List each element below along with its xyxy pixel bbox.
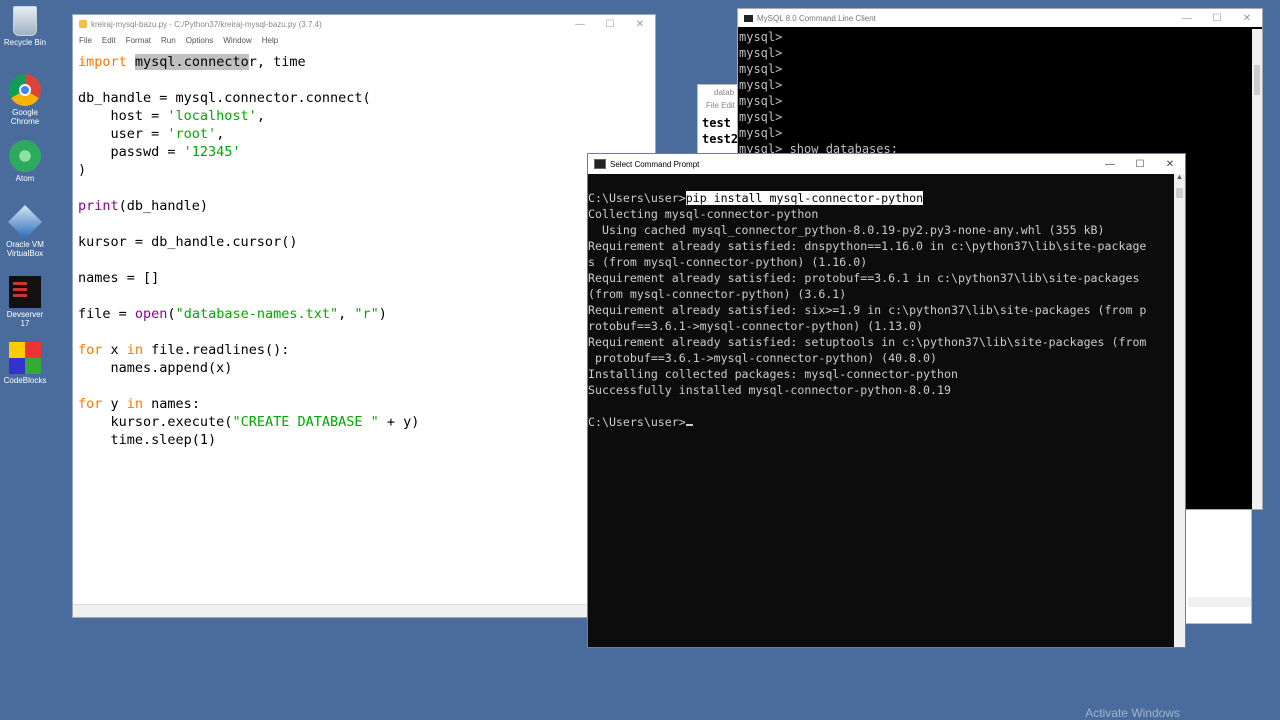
console-line: rotobuf==3.6.1->mysql-connector-python) …	[588, 319, 924, 333]
menu-window[interactable]: Window	[223, 36, 251, 45]
console-line: mysql>	[739, 78, 783, 92]
recycle-bin-icon	[13, 6, 37, 36]
desktop-icon-label: Atom	[15, 174, 35, 183]
minimize-button[interactable]: —	[1095, 154, 1125, 174]
menubar: File Edit Format Run Options Window Help	[73, 33, 655, 47]
close-button[interactable]: ✕	[1155, 154, 1185, 174]
idle-editor-window[interactable]: kreiraj-mysql-bazu.py - C:/Python37/krei…	[72, 14, 656, 618]
console-line: Requirement already satisfied: six>=1.9 …	[588, 303, 1147, 317]
code-line: kursor.execute("CREATE DATABASE " + y)	[78, 414, 420, 430]
status-bar	[73, 604, 655, 617]
title-bar[interactable]: MySQL 8.0 Command Line Client — ☐ ✕	[738, 9, 1262, 27]
console-line: Installing collected packages: mysql-con…	[588, 367, 958, 381]
vertical-scrollbar[interactable]	[1252, 29, 1262, 509]
desktop-icon-recycle-bin[interactable]: Recycle Bin	[2, 6, 48, 47]
console-line: mysql>	[739, 94, 783, 108]
console-icon	[744, 14, 753, 22]
atom-icon	[9, 140, 41, 172]
console-line: mysql>	[739, 62, 783, 76]
code-line: import mysql.connector, time	[78, 54, 306, 70]
menu-options[interactable]: Options	[186, 36, 214, 45]
console-output[interactable]: C:\Users\user> pip install mysql-connecto…	[588, 190, 1173, 647]
menu-help[interactable]: Help	[262, 36, 278, 45]
chrome-icon	[9, 74, 41, 106]
command-prompt-window[interactable]: Select Command Prompt — ☐ ✕ C:\Users\use…	[587, 153, 1186, 648]
window-title: Select Command Prompt	[610, 159, 700, 169]
desktop-icon-label: Recycle Bin	[3, 38, 47, 47]
code-line: db_handle = mysql.connector.connect(	[78, 90, 371, 106]
code-line: passwd = '12345'	[78, 144, 241, 160]
desktop-icon-label: Devserver 17	[6, 310, 44, 328]
menu-format[interactable]: Format	[126, 36, 151, 45]
console-line: mysql>	[739, 110, 783, 124]
minimize-button[interactable]: —	[565, 15, 595, 33]
console-line: mysql>	[739, 126, 783, 140]
window-title: kreiraj-mysql-bazu.py - C:/Python37/krei…	[91, 19, 322, 29]
console-line: protobuf==3.6.1->mysql-connector-python)…	[588, 351, 938, 365]
console-icon	[594, 159, 606, 169]
menu-edit[interactable]: Edit	[102, 36, 116, 45]
console-line: Requirement already satisfied: protobuf=…	[588, 271, 1140, 285]
code-line: print(db_handle)	[78, 198, 209, 214]
desktop-icon-devserver[interactable]: Devserver 17	[2, 276, 48, 328]
code-editor[interactable]: import mysql.connector, time db_handle =…	[78, 53, 419, 449]
vertical-scrollbar[interactable]: ▲	[1174, 174, 1185, 647]
code-line: host = 'localhost',	[78, 108, 265, 124]
console-line: mysql>	[739, 46, 783, 60]
menu-run[interactable]: Run	[161, 36, 176, 45]
scroll-up-arrow-icon[interactable]: ▲	[1174, 174, 1185, 186]
title-bar[interactable]: Select Command Prompt — ☐ ✕	[588, 154, 1185, 174]
console-line: Requirement already satisfied: setuptool…	[588, 335, 1147, 349]
desktop-icon-label: CodeBlocks	[3, 376, 47, 385]
code-line: time.sleep(1)	[78, 432, 217, 448]
code-line: names.append(x)	[78, 360, 233, 376]
maximize-button[interactable]: ☐	[1202, 9, 1232, 27]
code-line: for y in names:	[78, 396, 200, 412]
code-line: for x in file.readlines():	[78, 342, 290, 358]
scrollbar-thumb[interactable]	[1254, 65, 1260, 95]
close-button[interactable]: ✕	[625, 15, 655, 33]
title-bar[interactable]: kreiraj-mysql-bazu.py - C:/Python37/krei…	[73, 15, 655, 33]
scrollbar-thumb[interactable]	[1176, 188, 1183, 198]
code-line: user = 'root',	[78, 126, 225, 142]
console-line: Collecting mysql-connector-python	[588, 207, 819, 221]
desktop-icon-label: Oracle VM VirtualBox	[6, 240, 44, 258]
console-line: C:\Users\user>pip install mysql-connecto…	[588, 191, 924, 205]
code-line: kursor = db_handle.cursor()	[78, 234, 298, 250]
maximize-button[interactable]: ☐	[1125, 154, 1155, 174]
desktop-icon-atom[interactable]: Atom	[2, 140, 48, 183]
activate-windows-watermark: Activate Windows	[1085, 706, 1180, 720]
desktop-icon-codeblocks[interactable]: CodeBlocks	[2, 342, 48, 385]
console-line: Using cached mysql_connector_python-8.0.…	[588, 223, 1105, 237]
python-file-icon	[79, 20, 87, 28]
console-line: Successfully installed mysql-connector-p…	[588, 383, 951, 397]
console-line: s (from mysql-connector-python) (1.16.0)	[588, 255, 868, 269]
codeblocks-icon	[9, 342, 41, 374]
minimize-button[interactable]: —	[1172, 9, 1202, 27]
code-line: file = open("database-names.txt", "r")	[78, 306, 387, 322]
console-line: (from mysql-connector-python) (3.6.1)	[588, 287, 847, 301]
code-line: )	[78, 162, 87, 178]
code-line: names = []	[78, 270, 160, 286]
virtualbox-icon	[8, 205, 42, 239]
close-button[interactable]: ✕	[1232, 9, 1262, 27]
console-line: Requirement already satisfied: dnspython…	[588, 239, 1147, 253]
console-line: mysql>	[739, 30, 783, 44]
window-title: MySQL 8.0 Command Line Client	[757, 13, 876, 23]
desktop-icon-label: Google Chrome	[10, 108, 40, 126]
devserver-icon	[9, 276, 41, 308]
maximize-button[interactable]: ☐	[595, 15, 625, 33]
text-cursor	[685, 424, 693, 426]
horizontal-scrollbar[interactable]	[1188, 597, 1251, 607]
selected-command: pip install mysql-connector-python	[685, 191, 924, 205]
desktop-icon-chrome[interactable]: Google Chrome	[2, 74, 48, 126]
menu-file[interactable]: File	[79, 36, 92, 45]
console-line: C:\Users\user>	[588, 414, 1173, 430]
desktop-icon-virtualbox[interactable]: Oracle VM VirtualBox	[2, 205, 48, 258]
